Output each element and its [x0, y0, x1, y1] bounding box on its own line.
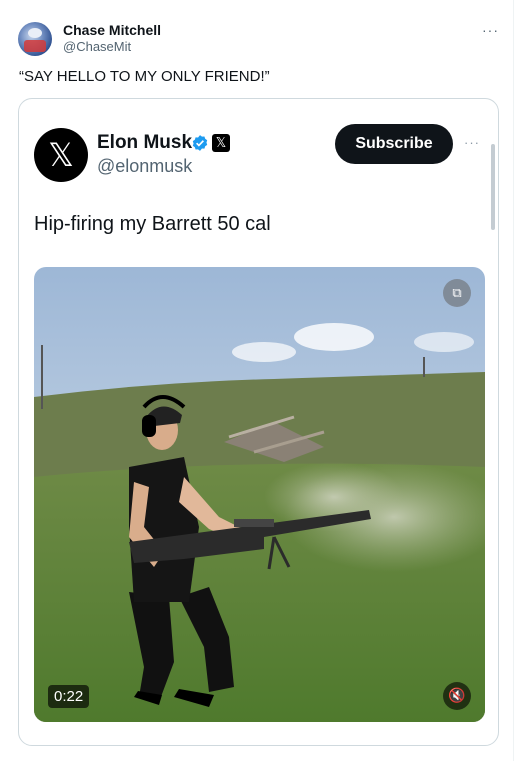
x-badge-icon: 𝕏 [212, 134, 230, 152]
embedded-author-name[interactable]: Elon Musk [97, 132, 192, 154]
author-name[interactable]: Chase Mitchell [63, 22, 161, 38]
video-duration: 0:22 [48, 685, 90, 708]
tweet: Chase Mitchell @ChaseMit ··· “SAY HELLO … [0, 0, 514, 761]
embedded-tweet-text: Hip-firing my Barrett 50 cal [34, 213, 271, 235]
mute-icon[interactable]: 🔇 [443, 682, 471, 710]
gif-icon[interactable]: ⧉ [443, 279, 471, 307]
tweet-text: “SAY HELLO TO MY ONLY FRIEND!” [19, 68, 270, 85]
video-player[interactable]: ⧉ 0:22 🔇 [34, 267, 485, 722]
video-frame[interactable] [34, 267, 485, 722]
author-handle[interactable]: @ChaseMit [63, 39, 131, 54]
embedded-author-handle[interactable]: @elonmusk [97, 156, 192, 177]
verified-badge-icon [192, 135, 208, 151]
x-logo-icon[interactable]: 𝕏 [34, 128, 88, 182]
embedded-tweet[interactable]: 𝕏 Elon Musk 𝕏 @elonmusk Subscribe ··· Hi… [18, 98, 499, 746]
scrollbar[interactable] [491, 144, 495, 230]
more-icon[interactable]: ··· [482, 22, 499, 38]
embedded-more-icon[interactable]: ··· [464, 135, 480, 150]
avatar[interactable] [18, 22, 52, 56]
subscribe-button[interactable]: Subscribe [335, 124, 453, 164]
